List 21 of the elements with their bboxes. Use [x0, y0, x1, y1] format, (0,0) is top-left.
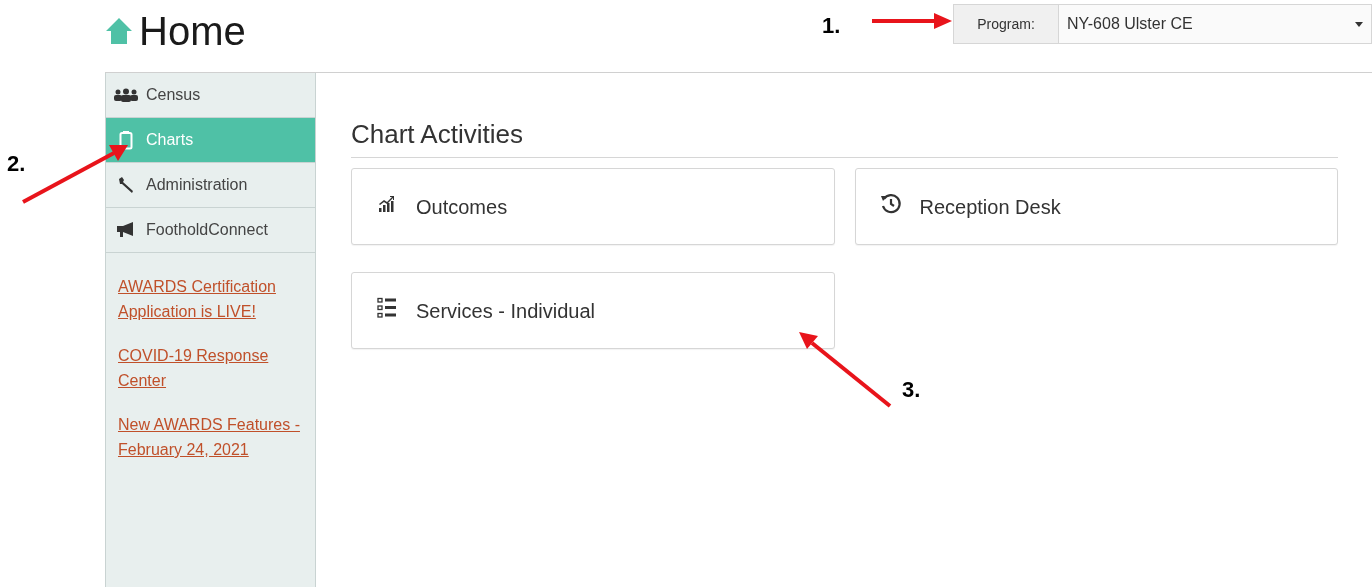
chart-icon [378, 194, 396, 213]
users-icon [113, 88, 139, 102]
sidebar-item[interactable]: FootholdConnect [106, 208, 315, 253]
activity-tile[interactable]: Services - Individual [351, 272, 835, 349]
step-number: 3. [902, 376, 921, 404]
page-title: Home [139, 8, 246, 55]
news-link[interactable]: New AWARDS Features - February 24, 2021 [118, 412, 307, 462]
list-icon [377, 296, 397, 319]
history-icon [879, 192, 902, 215]
wrench-icon [117, 176, 135, 194]
news-link[interactable]: AWARDS Certification Application is LIVE! [118, 274, 307, 324]
news-link[interactable]: COVID-19 Response Center [118, 343, 307, 393]
step-number: 1. [822, 12, 841, 40]
home-icon [105, 16, 133, 46]
megaphone-icon [116, 221, 136, 239]
activity-tile[interactable]: Reception Desk [854, 168, 1338, 245]
step-number: 2. [7, 150, 26, 178]
sidebar-item[interactable]: Administration [106, 163, 315, 208]
section-heading: Chart Activities [351, 117, 1338, 158]
clipboard-icon [119, 130, 133, 150]
activity-tile[interactable]: Outcomes [351, 168, 835, 245]
